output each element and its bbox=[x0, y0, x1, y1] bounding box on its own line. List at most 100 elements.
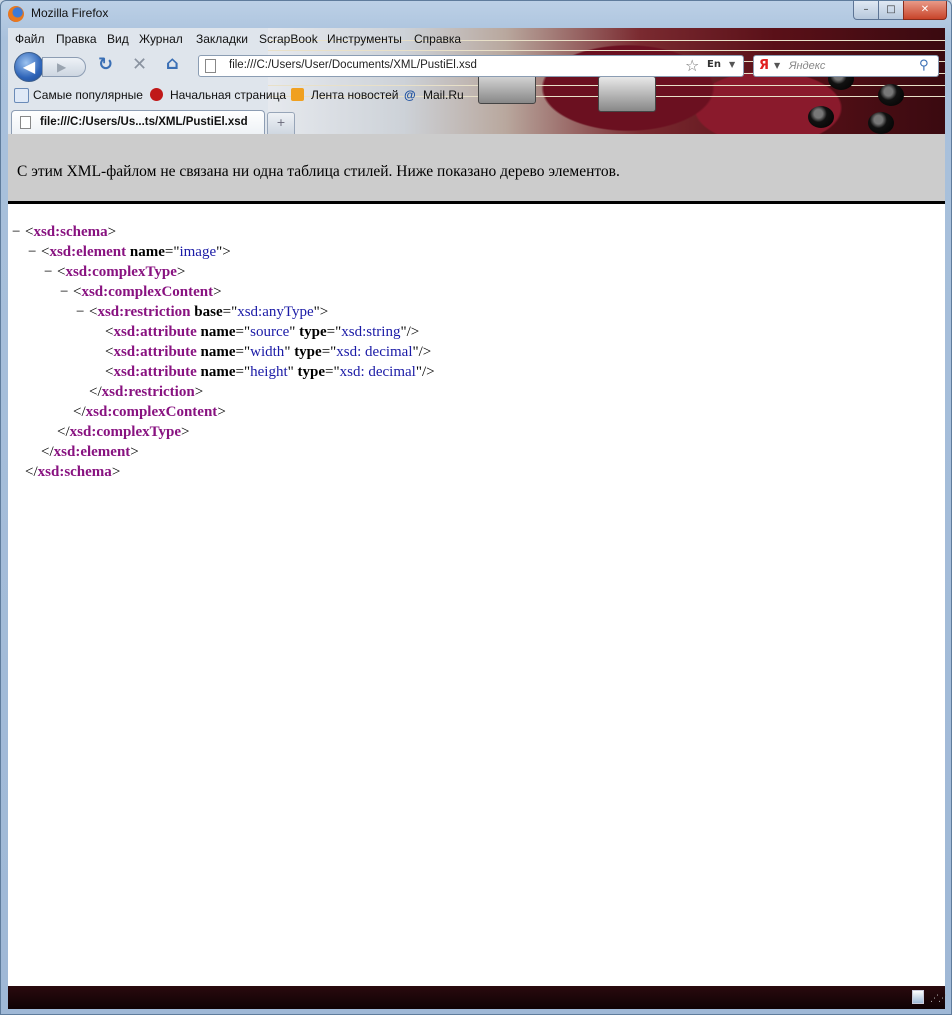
xml-line-complextype-close: </xsd:complexType> bbox=[57, 424, 190, 440]
xml-tag: xsd:complexContent bbox=[81, 284, 214, 300]
xml-line-element-open: − <xsd:element name="image"> bbox=[28, 244, 231, 261]
xml-line-complexcontent-close: </xsd:complexContent> bbox=[73, 404, 226, 420]
xml-attr-name: type bbox=[297, 364, 326, 380]
maximize-button[interactable]: □ bbox=[878, 1, 904, 20]
engine-dropdown-icon[interactable]: ▼ bbox=[774, 61, 780, 70]
xml-line-schema-open: − <xsd:schema> bbox=[12, 224, 117, 241]
url-dropdown-icon[interactable]: ▼ bbox=[729, 60, 735, 69]
menu-edit[interactable]: Правка bbox=[56, 32, 97, 46]
xml-attr-value: height bbox=[250, 364, 288, 380]
xml-attr-value: source bbox=[250, 324, 290, 340]
xml-attr-name: name bbox=[200, 324, 236, 340]
home-icon[interactable]: ⌂ bbox=[166, 53, 179, 74]
most-visited-icon bbox=[14, 88, 29, 103]
xml-line-attribute: <xsd:attribute name="height" type="xsd: … bbox=[105, 364, 435, 380]
forward-arrow-icon: ▶ bbox=[57, 60, 67, 74]
menu-scrapbook[interactable]: ScrapBook bbox=[259, 32, 318, 46]
back-button[interactable]: ◀ bbox=[14, 52, 44, 82]
xml-tag: xsd:attribute bbox=[113, 344, 197, 360]
browser-chrome: Файл Правка Вид Журнал Закладки ScrapBoo… bbox=[8, 28, 945, 134]
bookmark-most-visited[interactable]: Самые популярные bbox=[33, 88, 143, 102]
bookmark-mailru[interactable]: Mail.Ru bbox=[423, 88, 464, 102]
xml-line-restriction-open: − <xsd:restriction base="xsd:anyType"> bbox=[76, 304, 329, 321]
new-tab-button[interactable]: + bbox=[267, 112, 295, 134]
page-content: С этим XML-файлом не связана ни одна таб… bbox=[8, 134, 945, 986]
status-panel-icon[interactable] bbox=[912, 990, 924, 1004]
resize-grip-icon[interactable]: ⋰⋰ bbox=[930, 994, 947, 1004]
xml-attr-name: name bbox=[200, 344, 236, 360]
forward-button[interactable]: ▶ bbox=[42, 57, 86, 77]
xml-line-restriction-close: </xsd:restriction> bbox=[89, 384, 204, 400]
bookmarks-toolbar: Самые популярные Начальная страница Лент… bbox=[8, 84, 708, 106]
collapse-toggle[interactable]: − bbox=[28, 244, 41, 261]
start-page-icon bbox=[150, 88, 163, 101]
xml-attr-name: type bbox=[299, 324, 327, 340]
page-icon bbox=[205, 59, 216, 73]
xml-attr-name: name bbox=[200, 364, 236, 380]
search-bar[interactable]: Я ▼ Яндекс ⚲ bbox=[753, 55, 939, 77]
tab-strip: file:///C:/Users/Us...ts/XML/PustiEl.xsd… bbox=[8, 108, 945, 134]
menu-file[interactable]: Файл bbox=[15, 32, 45, 46]
xml-tag: xsd:schema bbox=[33, 224, 108, 240]
xml-tag: xsd:restriction bbox=[101, 384, 195, 400]
mailru-icon: @ bbox=[404, 88, 416, 102]
xml-tag: xsd:element bbox=[53, 444, 131, 460]
reload-icon[interactable]: ↻ bbox=[98, 54, 113, 75]
bookmark-star-icon[interactable]: ☆ bbox=[685, 56, 699, 75]
title-bar: Mozilla Firefox – □ ✕ bbox=[1, 1, 951, 27]
search-input[interactable]: Яндекс bbox=[789, 60, 825, 72]
xml-line-attribute: <xsd:attribute name="source" type="xsd:s… bbox=[105, 324, 420, 340]
menu-help[interactable]: Справка bbox=[414, 32, 461, 46]
xml-tag: xsd:restriction bbox=[97, 304, 191, 320]
xml-tag: xsd:complexType bbox=[69, 424, 182, 440]
xml-line-schema-close: </xsd:schema> bbox=[25, 464, 121, 480]
menu-bookmarks[interactable]: Закладки bbox=[196, 32, 248, 46]
menu-bar: Файл Правка Вид Журнал Закладки ScrapBoo… bbox=[8, 28, 508, 50]
close-button[interactable]: ✕ bbox=[903, 1, 947, 20]
collapse-toggle[interactable]: − bbox=[44, 264, 57, 281]
minimize-button[interactable]: – bbox=[853, 1, 879, 20]
status-bar: ⋰⋰ bbox=[8, 986, 947, 1009]
xml-tag: xsd:attribute bbox=[113, 364, 197, 380]
collapse-toggle[interactable]: − bbox=[76, 304, 89, 321]
rss-feed-icon bbox=[291, 88, 304, 101]
browser-window: Mozilla Firefox – □ ✕ Файл Правка Вид Жу… bbox=[0, 0, 952, 1015]
no-stylesheet-message: С этим XML-файлом не связана ни одна таб… bbox=[17, 163, 620, 180]
xml-attr-value: xsd:string bbox=[341, 324, 401, 340]
collapse-toggle[interactable]: − bbox=[12, 224, 25, 241]
navigation-toolbar: ◀ ▶ ↻ ✕ ⌂ file:///C:/Users/User/Document… bbox=[8, 50, 945, 82]
stop-icon[interactable]: ✕ bbox=[132, 54, 147, 75]
xml-tag: xsd:attribute bbox=[113, 324, 197, 340]
xml-attr-name: base bbox=[194, 304, 223, 320]
xml-attr-value: xsd: decimal bbox=[339, 364, 416, 380]
menu-tools[interactable]: Инструменты bbox=[327, 32, 402, 46]
xml-tag: xsd:complexContent bbox=[85, 404, 218, 420]
tab-page-icon bbox=[20, 116, 31, 129]
xml-attr-name: name bbox=[129, 244, 165, 260]
url-text: file:///C:/Users/User/Documents/XML/Pust… bbox=[229, 59, 477, 71]
menu-history[interactable]: Журнал bbox=[139, 32, 183, 46]
tab-label: file:///C:/Users/Us...ts/XML/PustiEl.xsd bbox=[40, 116, 248, 128]
xml-attr-value: xsd:anyType bbox=[237, 304, 314, 320]
xml-attr-name: type bbox=[294, 344, 322, 360]
xml-tag: xsd:complexType bbox=[65, 264, 177, 280]
xml-no-stylesheet-header: С этим XML-файлом не связана ни одна таб… bbox=[8, 134, 945, 204]
xml-line-complexcontent-open: − <xsd:complexContent> bbox=[60, 284, 222, 301]
xml-attr-value: xsd: decimal bbox=[336, 344, 413, 360]
xml-attr-value: width bbox=[250, 344, 285, 360]
menu-view[interactable]: Вид bbox=[107, 32, 129, 46]
tab-current[interactable]: file:///C:/Users/Us...ts/XML/PustiEl.xsd bbox=[11, 110, 265, 134]
bookmark-start-page[interactable]: Начальная страница bbox=[170, 88, 286, 102]
language-indicator[interactable]: En bbox=[707, 59, 721, 70]
back-arrow-icon: ◀ bbox=[22, 57, 36, 76]
search-icon[interactable]: ⚲ bbox=[919, 58, 929, 73]
xml-attr-value: image bbox=[179, 244, 217, 260]
search-engine-icon[interactable]: Я bbox=[759, 58, 769, 73]
firefox-icon bbox=[8, 6, 24, 22]
bookmark-news-feed[interactable]: Лента новостей bbox=[311, 88, 399, 102]
xml-line-complextype-open: − <xsd:complexType> bbox=[44, 264, 186, 281]
url-bar[interactable]: file:///C:/Users/User/Documents/XML/Pust… bbox=[198, 55, 744, 77]
xml-line-element-close: </xsd:element> bbox=[41, 444, 139, 460]
collapse-toggle[interactable]: − bbox=[60, 284, 73, 301]
xml-line-attribute: <xsd:attribute name="width" type="xsd: d… bbox=[105, 344, 432, 360]
